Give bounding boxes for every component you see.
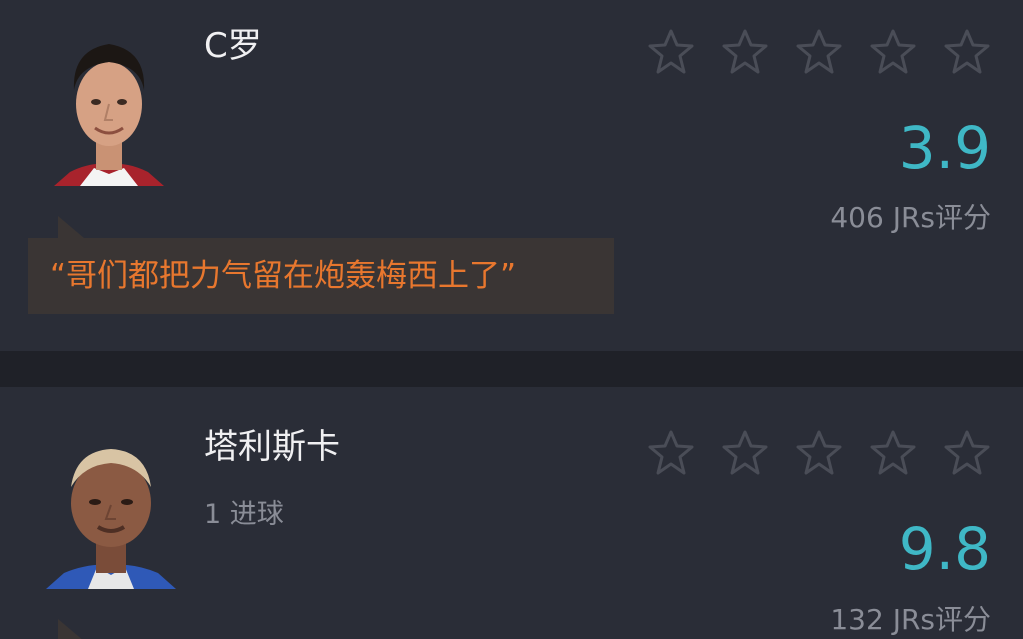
quote-tail [58,216,84,238]
player-card[interactable]: C罗 3.9 406 JRs评分 “哥们都把力气留在炮轰梅西上了” [0,0,1023,351]
quote-tail [58,619,84,639]
star-icon[interactable] [868,27,918,77]
player-photo-icon [42,439,180,589]
player-photo-icon [50,32,168,186]
star-icon[interactable] [794,428,844,478]
player-rating-page: C罗 3.9 406 JRs评分 “哥们都把力气留在炮轰梅西上了” 塔利斯卡 1… [0,0,1023,639]
avatar [42,439,180,589]
star-icon[interactable] [720,428,770,478]
player-quote: “哥们都把力气留在炮轰梅西上了” [28,238,614,314]
player-name: 塔利斯卡 [204,427,340,467]
star-icon[interactable] [942,27,992,77]
star-icon[interactable] [942,428,992,478]
player-card[interactable]: 塔利斯卡 1 进球 9.8 132 JRs评分 [0,387,1023,639]
average-score: 3.9 [898,114,991,182]
card-separator [0,351,1023,387]
star-icon[interactable] [868,428,918,478]
average-score: 9.8 [898,515,991,583]
rating-count: 132 JRs评分 [830,603,991,636]
star-icon[interactable] [720,27,770,77]
star-icon[interactable] [646,428,696,478]
rating-stars[interactable] [646,427,992,479]
player-name: C罗 [204,26,262,66]
avatar [50,32,168,186]
rating-stars[interactable] [646,26,992,78]
star-icon[interactable] [646,27,696,77]
player-stat: 1 进球 [204,499,284,530]
rating-count: 406 JRs评分 [830,201,991,234]
star-icon[interactable] [794,27,844,77]
